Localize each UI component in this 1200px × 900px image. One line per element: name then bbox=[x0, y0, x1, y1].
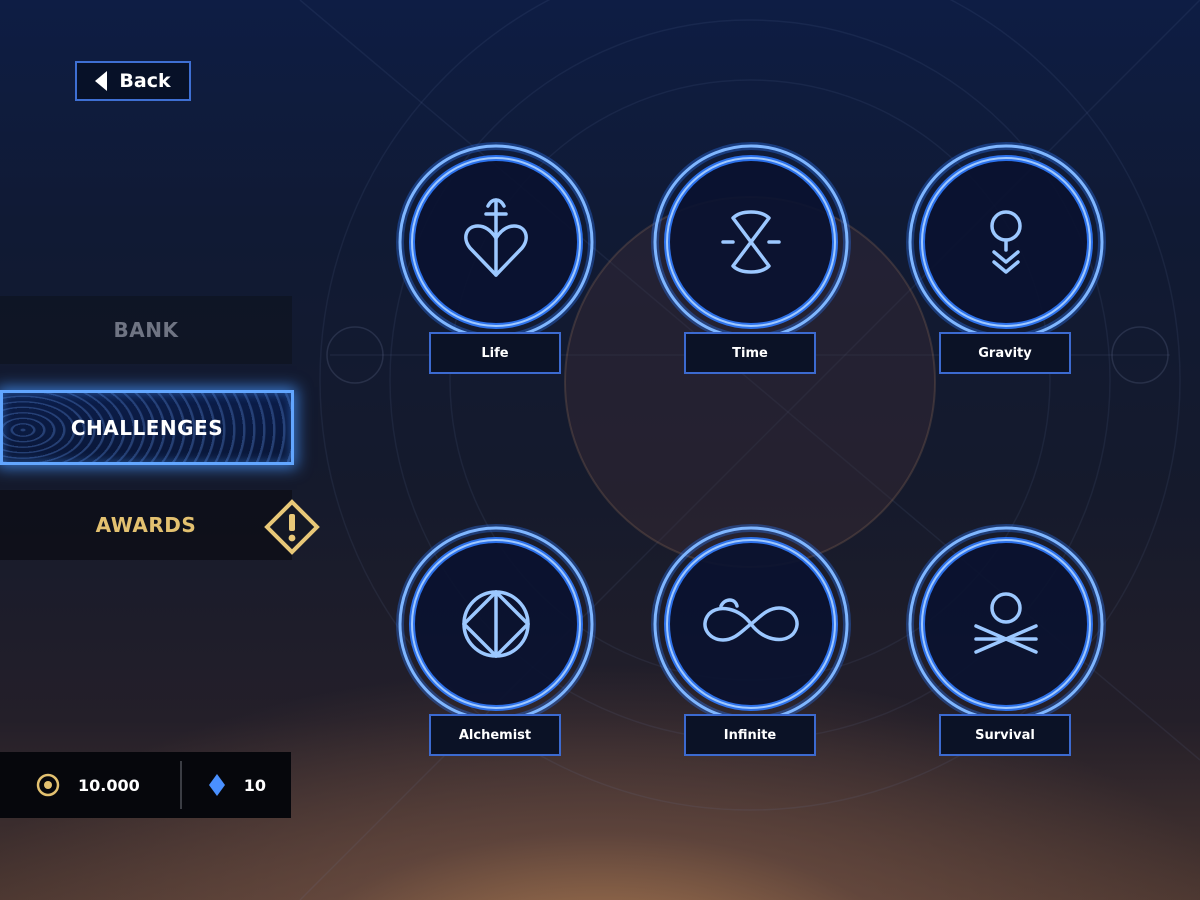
challenge-survival-label: Survival bbox=[939, 714, 1071, 756]
gem-balance: 10 bbox=[243, 775, 267, 795]
crossbones-icon bbox=[906, 524, 1106, 724]
challenge-alchemist-label: Alchemist bbox=[429, 714, 561, 756]
menu-item-awards-label: AWARDS bbox=[95, 513, 197, 537]
challenge-survival[interactable]: Survival bbox=[904, 522, 1108, 758]
challenge-life[interactable]: Life bbox=[394, 140, 598, 376]
challenge-alchemist[interactable]: Alchemist bbox=[394, 522, 598, 758]
diamond-circle-icon bbox=[396, 524, 596, 724]
back-arrow-icon bbox=[95, 71, 108, 91]
infinity-icon bbox=[651, 524, 851, 724]
menu-item-challenges[interactable]: CHALLENGES bbox=[0, 390, 294, 465]
back-button[interactable]: Back bbox=[75, 61, 191, 101]
gem-icon bbox=[208, 774, 225, 796]
challenge-gravity[interactable]: Gravity bbox=[904, 140, 1108, 376]
challenge-time[interactable]: Time bbox=[649, 140, 853, 376]
currency-divider bbox=[179, 761, 182, 809]
menu-item-bank-label: BANK bbox=[113, 318, 179, 342]
challenge-gravity-label: Gravity bbox=[939, 332, 1071, 374]
menu-item-awards[interactable]: AWARDS bbox=[0, 490, 292, 560]
hourglass-icon bbox=[651, 142, 851, 342]
heart-anchor-icon bbox=[396, 142, 596, 342]
alert-icon bbox=[264, 499, 320, 555]
back-button-label: Back bbox=[119, 70, 171, 92]
coin-icon bbox=[36, 773, 60, 797]
menu-item-bank[interactable]: BANK bbox=[0, 296, 292, 364]
currency-bar: 10.000 10 bbox=[0, 752, 291, 818]
challenge-infinite[interactable]: Infinite bbox=[649, 522, 853, 758]
coin-balance: 10.000 bbox=[78, 775, 140, 795]
challenge-time-label: Time bbox=[684, 332, 816, 374]
menu-item-challenges-label: CHALLENGES bbox=[70, 415, 224, 440]
challenge-infinite-label: Infinite bbox=[684, 714, 816, 756]
gravity-drop-icon bbox=[906, 142, 1106, 342]
challenge-life-label: Life bbox=[429, 332, 561, 374]
